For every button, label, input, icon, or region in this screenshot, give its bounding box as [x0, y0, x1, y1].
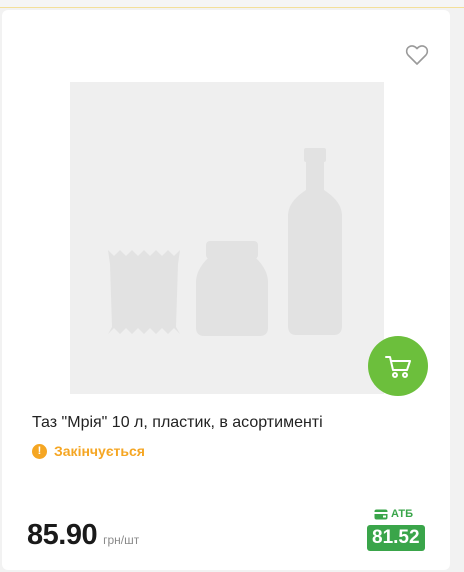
jar-lid — [206, 241, 258, 259]
product-card[interactable]: Таз "Мрія" 10 л, пластик, в асортименті … — [2, 10, 450, 570]
cart-icon — [385, 356, 411, 378]
price-value: 85.90 — [27, 519, 98, 551]
atb-label-text: АТБ — [391, 508, 414, 520]
bottle-cap — [304, 148, 326, 162]
stock-status-text: Закінчується — [54, 443, 145, 459]
product-image-placeholder[interactable] — [70, 82, 384, 394]
warning-icon: ! — [32, 443, 47, 459]
regular-price: 85.90 грн/шт — [27, 519, 139, 552]
favorite-heart-icon[interactable] — [405, 44, 429, 66]
atb-card-price: 81.52 — [367, 525, 425, 551]
top-strip — [0, 0, 464, 8]
product-title[interactable]: Таз "Мрія" 10 л, пластик, в асортименті — [32, 412, 432, 434]
card-icon — [374, 509, 388, 519]
add-to-cart-button[interactable] — [368, 336, 428, 396]
atb-card-label: АТБ — [374, 508, 413, 520]
bottle-body — [288, 162, 342, 335]
jar-body — [196, 258, 268, 336]
price-unit: грн/шт — [103, 533, 140, 547]
stock-status: ! Закінчується — [32, 443, 145, 459]
bag-shape — [108, 250, 180, 334]
